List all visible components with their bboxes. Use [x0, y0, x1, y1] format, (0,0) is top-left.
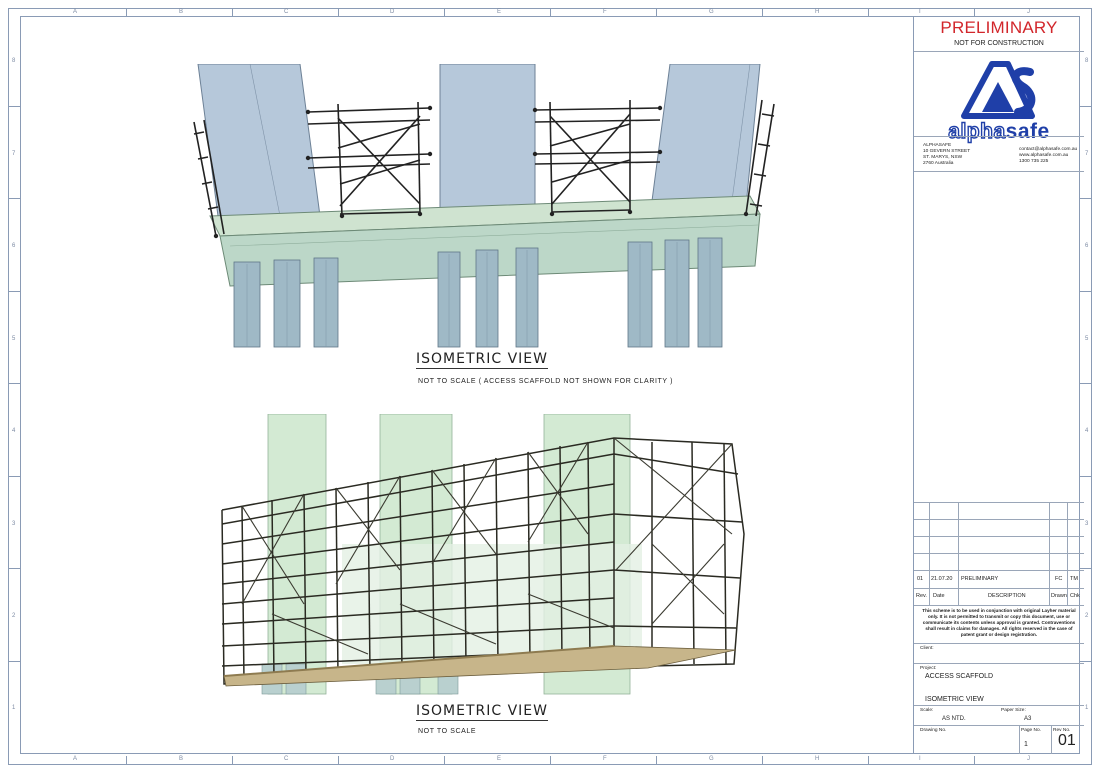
- zone-row-label: 2: [12, 613, 16, 619]
- scaffold-drawing: [221, 413, 745, 695]
- zone-row-label: 8: [12, 58, 16, 64]
- zone-col-label: D: [390, 756, 395, 762]
- scale-label: Scale:: [920, 708, 934, 713]
- project-name: ACCESS SCAFFOLD: [925, 673, 994, 680]
- status-title: PRELIMINARY: [940, 18, 1058, 37]
- page-number: 1: [1024, 741, 1028, 748]
- isometric-view-bottom: [212, 413, 752, 696]
- zone-col-label: H: [815, 756, 820, 762]
- view-title: ISOMETRIC VIEW: [416, 703, 548, 721]
- zone-col-label: E: [497, 9, 502, 15]
- zone-col-label: G: [709, 756, 714, 762]
- company-address: ALPHASAFE 10 GEVERN STREET ST. MARYS, NS…: [923, 143, 970, 167]
- zone-row-label: 6: [1085, 243, 1089, 249]
- zone-col-label: C: [284, 9, 289, 15]
- zone-col-label: B: [179, 756, 184, 762]
- zone-col-label: D: [390, 9, 395, 15]
- zone-col-label: C: [284, 756, 289, 762]
- client-label: Client:: [920, 646, 934, 651]
- zone-col-label: F: [603, 756, 607, 762]
- logo-word-safe: safe: [1005, 120, 1050, 143]
- zone-col-label: H: [815, 9, 820, 15]
- logo-wordmark: alphasafe: [922, 119, 1076, 144]
- zone-col-label: A: [73, 756, 78, 762]
- zone-row-label: 5: [12, 336, 16, 342]
- isometric-view-top: [190, 63, 790, 349]
- zone-row-label: 5: [1085, 336, 1089, 342]
- zone-col-label: J: [1027, 756, 1030, 762]
- disclaimer-text: This scheme is to be used in conjunction…: [922, 608, 1076, 637]
- page-number-label: Page No.: [1021, 728, 1042, 733]
- zone-row-label: 3: [1085, 521, 1089, 527]
- company-contact: contact@alphasafe.com.au www.alphasafe.c…: [1019, 147, 1077, 165]
- zone-col-label: G: [709, 9, 714, 15]
- zone-col-label: I: [919, 9, 921, 15]
- description-header: DESCRIPTION: [988, 593, 1026, 599]
- paper-size-label: Paper Size:: [1001, 708, 1026, 713]
- paper-size-value: A3: [1024, 716, 1032, 722]
- title-block: PRELIMINARY NOT FOR CONSTRUCTION alphasa…: [913, 16, 1084, 754]
- drawing-title: ISOMETRIC VIEW: [925, 696, 984, 703]
- zone-row-label: 1: [12, 705, 16, 711]
- status-note: NOT FOR CONSTRUCTION: [954, 40, 1044, 47]
- logo-word-alpha: alpha: [948, 119, 1006, 143]
- company-logo: alphasafe: [922, 54, 1076, 154]
- zone-col-label: A: [73, 9, 78, 15]
- contact-phone: 1300 735 225: [1019, 159, 1049, 164]
- zone-row-label: 3: [12, 521, 16, 527]
- zone-row-label: 4: [12, 428, 16, 434]
- revision-number: 01: [1058, 732, 1076, 749]
- project-label: Project:: [920, 666, 937, 671]
- zone-row-label: 2: [1085, 613, 1089, 619]
- view-note: NOT TO SCALE: [418, 728, 477, 735]
- zone-row-label: 7: [1085, 151, 1089, 157]
- zone-col-label: E: [497, 756, 502, 762]
- zone-row-label: 1: [1085, 705, 1089, 711]
- drawing-number-label: Drawing No.: [920, 728, 947, 733]
- zone-col-label: B: [179, 9, 184, 15]
- rev-date: 21.07.20: [931, 576, 953, 582]
- date-header: Date: [933, 593, 945, 599]
- zone-row-label: 7: [12, 151, 16, 157]
- view-note: NOT TO SCALE ( ACCESS SCAFFOLD NOT SHOWN…: [418, 378, 674, 385]
- zone-col-label: F: [603, 9, 607, 15]
- zone-row-label: 6: [12, 243, 16, 249]
- view-title: ISOMETRIC VIEW: [416, 351, 548, 369]
- zone-row-label: 4: [1085, 428, 1089, 434]
- zone-col-label: I: [919, 756, 921, 762]
- rev-header: Rev.: [916, 593, 927, 599]
- rev-number: 01: [917, 576, 924, 582]
- rev-description: PRELIMINARY: [961, 576, 999, 582]
- zone-col-label: J: [1027, 9, 1030, 15]
- rev-checked: TM: [1070, 576, 1078, 582]
- scale-value: AS NTD.: [942, 716, 966, 722]
- structure-drawing: [193, 63, 775, 348]
- address-line: 2760 Australia: [923, 161, 954, 166]
- rev-drawn: FC: [1055, 576, 1063, 582]
- zone-row-label: 8: [1085, 58, 1089, 64]
- drawn-header: Drawn: [1051, 593, 1067, 599]
- checked-header: Chk: [1070, 593, 1080, 599]
